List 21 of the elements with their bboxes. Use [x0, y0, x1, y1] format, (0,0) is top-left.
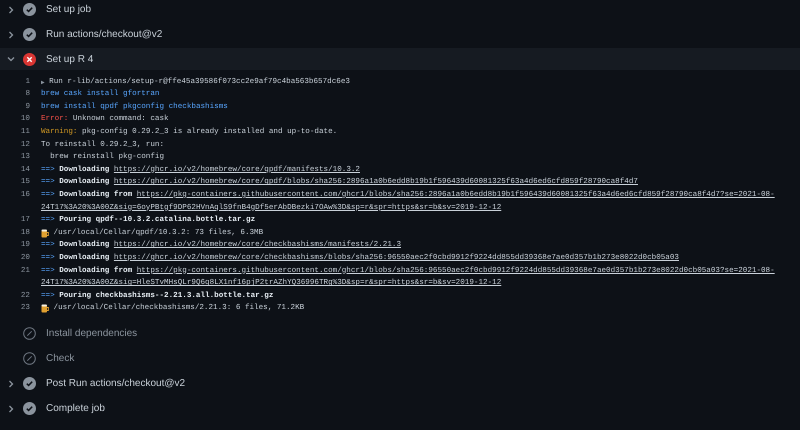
collapse-chevron-icon[interactable] [6, 54, 16, 64]
step-title[interactable]: Install dependencies [46, 326, 138, 342]
expand-chevron-icon[interactable] [6, 378, 16, 389]
expand-chevron-icon[interactable] [6, 4, 16, 14]
step-title[interactable]: Check [46, 351, 74, 366]
step-title[interactable]: Complete job [46, 401, 105, 416]
failure-x-icon [23, 52, 36, 66]
expand-chevron-icon[interactable] [6, 404, 16, 414]
step-title[interactable]: Set up job [46, 2, 92, 17]
skipped-icon [23, 352, 36, 366]
beer-mug-icon [41, 228, 49, 238]
success-check-icon [23, 377, 36, 390]
step-title[interactable]: Post Run actions/checkout@v2 [46, 376, 186, 392]
skipped-icon [23, 327, 36, 340]
step-title[interactable]: Set up R 4 [46, 52, 94, 66]
success-check-icon [23, 28, 36, 41]
success-check-icon [23, 402, 36, 416]
success-check-icon [23, 3, 36, 16]
beer-mug-icon [41, 304, 49, 314]
step-title[interactable]: Run actions/checkout@v2 [46, 27, 162, 42]
expand-chevron-icon[interactable] [6, 30, 16, 40]
